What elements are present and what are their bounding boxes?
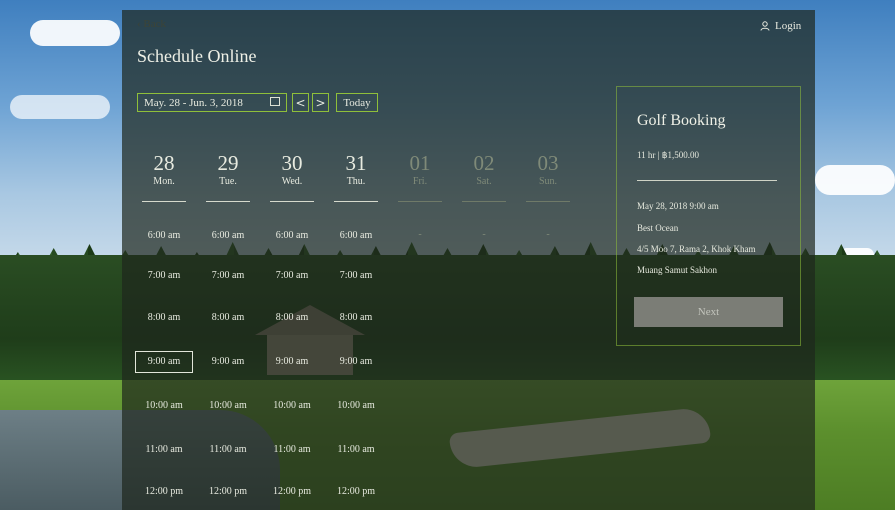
booking-venue: Best Ocean: [637, 223, 679, 233]
time-slot[interactable]: 9:00 am: [327, 351, 385, 373]
time-slot[interactable]: 12:00 pm: [263, 481, 321, 503]
cloud: [30, 20, 120, 46]
time-slot[interactable]: 10:00 am: [263, 395, 321, 417]
booking-datetime: May 28, 2018 9:00 am: [637, 201, 719, 211]
booking-duration-price: 11 hr | ฿1,500.00: [637, 150, 699, 160]
booking-address-line2: Muang Samut Sakhon: [637, 265, 717, 275]
time-slot[interactable]: 8:00 am: [135, 307, 193, 329]
day-underline: [526, 201, 570, 202]
booking-address-line1: 4/5 Moo 7, Rama 2, Khok Kham: [637, 244, 756, 254]
day-underline: [270, 201, 314, 202]
day-name: Sun.: [538, 176, 558, 187]
time-slot[interactable]: 10:00 am: [199, 395, 257, 417]
time-slot[interactable]: 8:00 am: [327, 307, 385, 329]
time-slot[interactable]: 6:00 am: [327, 225, 385, 247]
day-name: Thu.: [346, 176, 366, 187]
day-name: Tue.: [219, 176, 237, 187]
calendar-icon: [270, 97, 280, 106]
day-underline: [462, 201, 506, 202]
unavailable-marker: -: [482, 229, 486, 240]
time-slot[interactable]: 12:00 pm: [327, 481, 385, 503]
time-slot[interactable]: 8:00 am: [263, 307, 321, 329]
time-slot[interactable]: 7:00 am: [135, 265, 193, 287]
day-number: 03: [537, 151, 559, 175]
time-slot[interactable]: 12:00 pm: [135, 481, 193, 503]
time-slot[interactable]: 6:00 am: [135, 225, 193, 247]
chevron-right-icon: >: [315, 95, 326, 110]
day-name: Mon.: [153, 176, 175, 187]
back-link[interactable]: ‹ Back: [137, 18, 166, 30]
day-underline: [334, 201, 378, 202]
time-slot[interactable]: 6:00 am: [199, 225, 257, 247]
day-column-header: 30 Wed.: [270, 151, 314, 202]
time-slot[interactable]: 10:00 am: [135, 395, 193, 417]
time-slot[interactable]: 7:00 am: [263, 265, 321, 287]
day-name: Wed.: [281, 176, 303, 187]
today-button[interactable]: Today: [336, 93, 378, 112]
date-range-label: May. 28 - Jun. 3, 2018: [144, 96, 243, 109]
divider: [637, 180, 777, 181]
time-slot[interactable]: 11:00 am: [327, 439, 385, 461]
time-slot[interactable]: 6:00 am: [263, 225, 321, 247]
day-number: 30: [281, 151, 303, 175]
login-label: Login: [775, 20, 802, 32]
day-column-header: 03 Sun.: [526, 151, 570, 202]
back-label: Back: [143, 18, 167, 30]
time-slot-selected[interactable]: 9:00 am: [135, 351, 193, 373]
prev-week-button[interactable]: <: [292, 93, 309, 112]
day-column-header: 29 Tue.: [206, 151, 250, 202]
next-week-button[interactable]: >: [312, 93, 329, 112]
time-slot[interactable]: 9:00 am: [263, 351, 321, 373]
date-range-picker[interactable]: May. 28 - Jun. 3, 2018: [137, 93, 287, 112]
time-slot[interactable]: 7:00 am: [327, 265, 385, 287]
time-slot[interactable]: 12:00 pm: [199, 481, 257, 503]
day-underline: [398, 201, 442, 202]
time-slot[interactable]: 10:00 am: [327, 395, 385, 417]
unavailable-marker: -: [418, 229, 422, 240]
day-column-header: 31 Thu.: [334, 151, 378, 202]
login-button[interactable]: Login: [760, 20, 801, 32]
day-number: 02: [473, 151, 495, 175]
time-slot[interactable]: 7:00 am: [199, 265, 257, 287]
time-slot[interactable]: 11:00 am: [135, 439, 193, 461]
day-number: 31: [345, 151, 367, 175]
next-button[interactable]: Next: [634, 297, 783, 327]
day-number: 28: [153, 151, 175, 175]
unavailable-marker: -: [546, 229, 550, 240]
day-column-header: 02 Sat.: [462, 151, 506, 202]
day-column-header: 01 Fri.: [398, 151, 442, 202]
time-slot[interactable]: 11:00 am: [263, 439, 321, 461]
day-name: Fri.: [412, 176, 428, 187]
time-slot[interactable]: 11:00 am: [199, 439, 257, 461]
day-column-header: 28 Mon.: [142, 151, 186, 202]
cloud: [10, 95, 110, 119]
cloud: [815, 165, 895, 195]
day-underline: [206, 201, 250, 202]
booking-title: Golf Booking: [637, 112, 726, 129]
time-slot[interactable]: 9:00 am: [199, 351, 257, 373]
time-slot[interactable]: 8:00 am: [199, 307, 257, 329]
page-title: Schedule Online: [137, 46, 257, 66]
day-underline: [142, 201, 186, 202]
day-name: Sat.: [476, 176, 492, 187]
chevron-left-icon: <: [295, 95, 306, 110]
day-number: 01: [409, 151, 431, 175]
user-icon: [760, 21, 770, 31]
day-number: 29: [217, 151, 239, 175]
